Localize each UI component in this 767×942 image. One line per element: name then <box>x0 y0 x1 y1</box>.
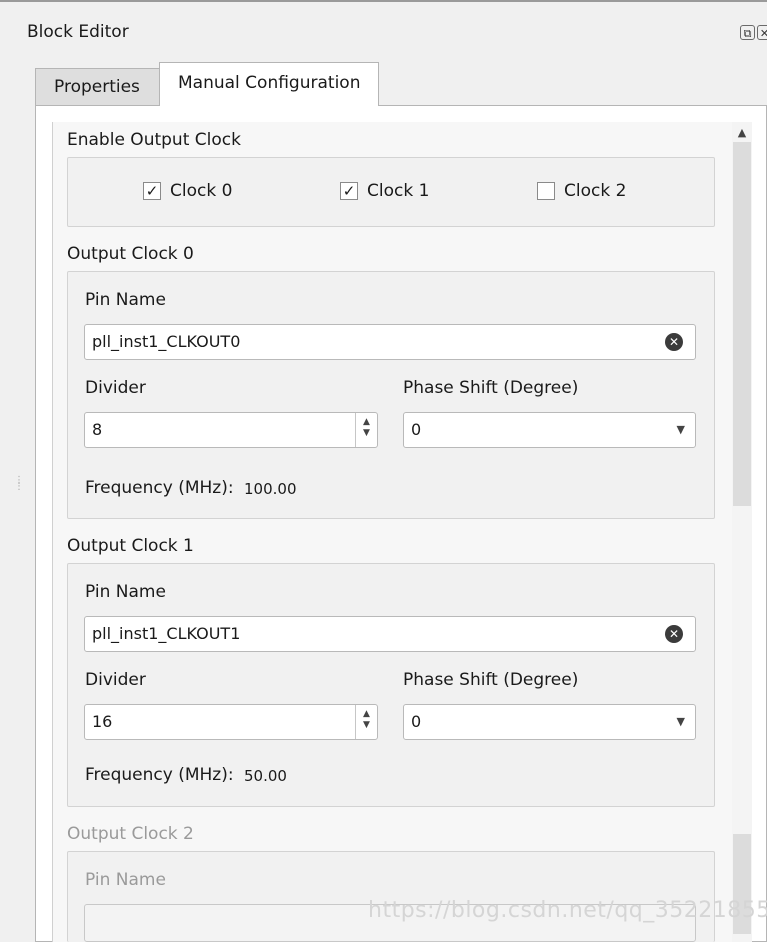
divider-value: 16 <box>92 712 113 731</box>
pin-name-label: Pin Name <box>85 290 166 310</box>
pin-name-label: Pin Name <box>85 582 166 602</box>
spin-up-icon[interactable]: ▲ <box>363 709 370 719</box>
divider-value: 8 <box>92 420 103 439</box>
enable-output-clock-label: Enable Output Clock <box>67 130 241 150</box>
pin-name-label: Pin Name <box>85 870 166 890</box>
window-top-border <box>0 0 767 2</box>
tab-properties[interactable]: Properties <box>35 68 160 105</box>
frequency-value: 50.00 <box>244 767 287 785</box>
spin-arrows-icon[interactable]: ▲ ▼ <box>355 705 377 739</box>
phase-shift-select-1[interactable]: 0 ▼ <box>403 704 696 740</box>
spin-up-icon[interactable]: ▲ <box>363 417 370 427</box>
clock-1-checkbox[interactable]: ✓ Clock 1 <box>340 181 429 201</box>
clock-2-label: Clock 2 <box>564 181 627 201</box>
window-controls: ⧉ ✕ <box>740 25 767 40</box>
clock-2-checkbox[interactable]: Clock 2 <box>537 181 626 201</box>
chevron-down-icon[interactable]: ▼ <box>677 705 685 739</box>
divider-label: Divider <box>85 378 146 398</box>
output-clock-1-label: Output Clock 1 <box>67 536 194 556</box>
watermark-text: https://blog.csdn.net/qq_35221855 <box>368 898 767 923</box>
checkbox-checked-icon[interactable]: ✓ <box>340 182 358 200</box>
phase-shift-value: 0 <box>411 712 422 731</box>
output-clock-0-label: Output Clock 0 <box>67 244 194 264</box>
splitter-grip-icon[interactable]: ⋮ ⋮ <box>14 476 24 492</box>
spin-arrows-icon[interactable]: ▲ ▼ <box>355 413 377 447</box>
clear-icon[interactable]: ✕ <box>665 625 683 643</box>
phase-shift-label: Phase Shift (Degree) <box>403 670 579 690</box>
checkbox-checked-icon[interactable]: ✓ <box>143 182 161 200</box>
divider-spinbox-1[interactable]: 16 ▲ ▼ <box>84 704 378 740</box>
divider-spinbox-0[interactable]: 8 ▲ ▼ <box>84 412 378 448</box>
pin-name-field-0[interactable]: pll_inst1_CLKOUT0 ✕ <box>84 324 696 360</box>
clock-0-checkbox[interactable]: ✓ Clock 0 <box>143 181 232 201</box>
pin-name-field-1[interactable]: pll_inst1_CLKOUT1 ✕ <box>84 616 696 652</box>
frequency-label: Frequency (MHz): <box>85 478 234 498</box>
frequency-label: Frequency (MHz): <box>85 765 234 785</box>
output-clock-2-label: Output Clock 2 <box>67 824 194 844</box>
chevron-down-icon[interactable]: ▼ <box>677 413 685 447</box>
phase-shift-value: 0 <box>411 420 422 439</box>
clock-0-label: Clock 0 <box>170 181 233 201</box>
checkbox-unchecked-icon[interactable] <box>537 182 555 200</box>
window-title: Block Editor <box>27 22 129 42</box>
scroll-up-icon[interactable]: ▲ <box>732 126 752 140</box>
clock-1-label: Clock 1 <box>367 181 430 201</box>
phase-shift-label: Phase Shift (Degree) <box>403 378 579 398</box>
spin-down-icon[interactable]: ▼ <box>363 720 370 730</box>
frequency-value: 100.00 <box>244 480 297 498</box>
pin-name-value: pll_inst1_CLKOUT1 <box>92 624 241 643</box>
divider-label: Divider <box>85 670 146 690</box>
spin-down-icon[interactable]: ▼ <box>363 428 370 438</box>
scroll-thumb[interactable] <box>733 142 751 506</box>
clear-icon[interactable]: ✕ <box>665 333 683 351</box>
phase-shift-select-0[interactable]: 0 ▼ <box>403 412 696 448</box>
pin-name-value: pll_inst1_CLKOUT0 <box>92 332 241 351</box>
tab-manual-configuration[interactable]: Manual Configuration <box>159 62 379 106</box>
close-icon[interactable]: ✕ <box>757 25 767 40</box>
restore-icon[interactable]: ⧉ <box>740 25 755 40</box>
vertical-scrollbar[interactable]: ▲ <box>732 122 752 942</box>
